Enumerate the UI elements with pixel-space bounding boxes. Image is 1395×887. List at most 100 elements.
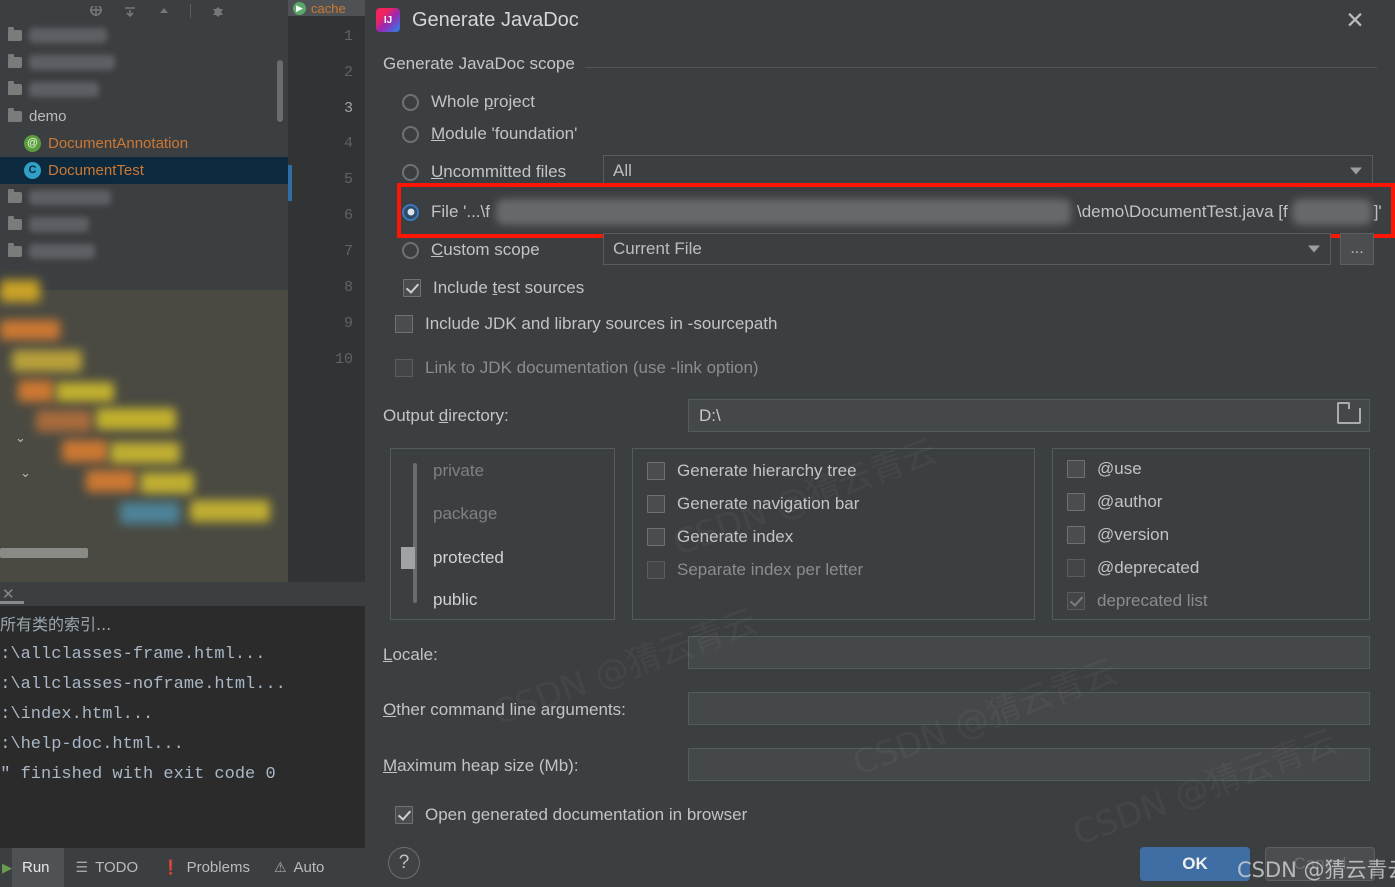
console-line: D:\help-doc.html... (0, 735, 184, 754)
code-editor-blurred[interactable]: ⌄ ⌄ (0, 280, 288, 582)
visibility-panel[interactable]: private package protected public (390, 448, 615, 620)
checkbox-generate-hierarchy-tree[interactable]: Generate hierarchy tree (647, 461, 857, 481)
settings-gear-icon[interactable] (209, 5, 225, 17)
editor-gutter: 1 2 3 4 5 6 7 8 9 10 (288, 16, 365, 582)
checkbox-separate-index-per-letter[interactable]: Separate index per letter (647, 560, 863, 580)
tree-item-blurred[interactable] (0, 76, 288, 103)
other-args-input[interactable] (688, 692, 1370, 725)
radio-button[interactable] (402, 203, 419, 221)
status-tab-auto[interactable]: ⚠ Auto (262, 848, 336, 887)
line-number: 10 (334, 351, 353, 368)
fold-chevron-icon[interactable]: ⌄ (15, 430, 26, 446)
project-toolbar[interactable] (0, 0, 288, 22)
status-tab-todo[interactable]: ☰ TODO (64, 848, 151, 887)
checkbox-box[interactable] (1067, 559, 1085, 577)
generate-options-panel[interactable]: Generate hierarchy tree Generate navigat… (632, 448, 1035, 620)
radio-button[interactable] (402, 125, 419, 143)
tree-item-demo[interactable]: demo (0, 103, 288, 130)
tree-item-blurred[interactable] (0, 184, 288, 211)
tree-item-blurred[interactable] (0, 49, 288, 76)
tree-item-blurred[interactable] (0, 238, 288, 265)
console-header: ✕ (0, 582, 365, 606)
run-console[interactable]: ✕ 所有类的索引... D:\allclasses-frame.html... … (0, 582, 365, 848)
tags-panel[interactable]: @use @author @version @deprecated deprec… (1052, 448, 1370, 620)
checkbox-generate-index[interactable]: Generate index (647, 527, 793, 547)
radio-file-row[interactable]: File '...\f \demo\DocumentTest.java [f ]… (402, 199, 1382, 225)
checkbox-include-test-sources[interactable]: Include test sources (403, 278, 584, 298)
tree-item-blurred[interactable] (0, 22, 288, 49)
expand-icon[interactable] (156, 5, 172, 17)
radio-module[interactable]: Module 'foundation' (402, 124, 577, 144)
checkbox-box[interactable] (395, 806, 413, 824)
checkbox-box[interactable] (1067, 526, 1085, 544)
visibility-option-protected[interactable]: protected (433, 548, 504, 568)
checkbox-tag-version[interactable]: @version (1067, 525, 1169, 545)
checkbox-box[interactable] (647, 495, 665, 513)
status-tab-label: TODO (95, 859, 139, 876)
radio-button[interactable] (402, 241, 419, 259)
locale-input[interactable] (688, 636, 1370, 669)
editor-scrollbar[interactable] (0, 548, 88, 558)
radio-button[interactable] (402, 93, 419, 111)
checkbox-box[interactable] (647, 561, 665, 579)
radio-whole-project[interactable]: Whole project (402, 92, 535, 112)
checkbox-box[interactable] (1067, 460, 1085, 478)
console-line: c" finished with exit code 0 (0, 765, 276, 784)
code-token (56, 382, 114, 402)
custom-scope-dropdown[interactable]: Current File (603, 233, 1331, 265)
status-tab-problems[interactable]: ❗ Problems (150, 848, 262, 887)
line-number: 9 (343, 315, 353, 332)
fold-chevron-icon[interactable]: ⌄ (20, 465, 31, 481)
checkbox-link-jdk-docs[interactable]: Link to JDK documentation (use -link opt… (395, 358, 759, 378)
help-button[interactable]: ? (388, 847, 420, 879)
status-tab-label: Run (22, 859, 50, 876)
visibility-slider-thumb[interactable] (401, 547, 415, 569)
ok-button[interactable]: OK (1140, 847, 1250, 881)
cancel-button[interactable]: Cancel (1265, 847, 1375, 881)
output-directory-input[interactable]: D:\ (688, 399, 1370, 432)
checkbox-tag-deprecated[interactable]: @deprecated (1067, 558, 1199, 578)
code-token (140, 472, 194, 494)
max-heap-input[interactable] (688, 748, 1370, 781)
folder-icon (8, 54, 22, 68)
checkbox-box[interactable] (403, 279, 421, 297)
checkbox-box[interactable] (647, 462, 665, 480)
uncommitted-files-dropdown[interactable]: All (603, 155, 1373, 187)
checkbox-generate-navigation-bar[interactable]: Generate navigation bar (647, 494, 859, 514)
checkbox-box[interactable] (395, 359, 413, 377)
visibility-option-public[interactable]: public (433, 590, 477, 610)
checkbox-deprecated-list[interactable]: deprecated list (1067, 591, 1208, 611)
checkbox-label: Link to JDK documentation (use -link opt… (425, 358, 759, 377)
folder-icon[interactable] (1337, 402, 1361, 426)
chevron-down-icon (1308, 245, 1320, 253)
run-play-icon[interactable]: ▶ (0, 860, 12, 876)
tree-item-blurred[interactable] (0, 211, 288, 238)
status-tab-run[interactable]: Run (12, 848, 64, 887)
tree-item-document-test[interactable]: C DocumentTest (0, 157, 288, 184)
checkbox-include-jdk-sources[interactable]: Include JDK and library sources in -sour… (395, 314, 777, 334)
radio-button[interactable] (402, 163, 419, 181)
status-bar[interactable]: ▶ Run ☰ TODO ❗ Problems ⚠ Auto (0, 848, 365, 887)
code-token (36, 410, 92, 432)
checkbox-box[interactable] (1067, 493, 1085, 511)
radio-uncommitted-files[interactable]: Uncommitted files (402, 162, 566, 182)
checkbox-tag-author[interactable]: @author (1067, 492, 1162, 512)
checkbox-box[interactable] (395, 315, 413, 333)
close-icon[interactable]: ✕ (1335, 0, 1375, 40)
visibility-slider-track[interactable] (413, 463, 417, 603)
visibility-option-package[interactable]: package (433, 504, 497, 524)
tree-item-document-annotation[interactable]: @ DocumentAnnotation (0, 130, 288, 157)
checkbox-tag-use[interactable]: @use (1067, 459, 1142, 479)
collapse-all-icon[interactable] (122, 5, 138, 18)
project-tree[interactable]: demo @ DocumentAnnotation C DocumentTest (0, 22, 288, 290)
radio-custom-scope[interactable]: Custom scope (402, 240, 540, 260)
radio-label: Whole project (431, 92, 535, 111)
custom-scope-browse-button[interactable]: ... (1340, 233, 1374, 265)
checkbox-box[interactable] (1067, 592, 1085, 610)
tree-scrollbar[interactable] (277, 60, 283, 122)
visibility-option-private[interactable]: private (433, 461, 484, 481)
checkbox-box[interactable] (647, 528, 665, 546)
checkbox-open-in-browser[interactable]: Open generated documentation in browser (395, 805, 747, 825)
code-token (120, 502, 180, 524)
locate-icon[interactable] (88, 4, 104, 17)
